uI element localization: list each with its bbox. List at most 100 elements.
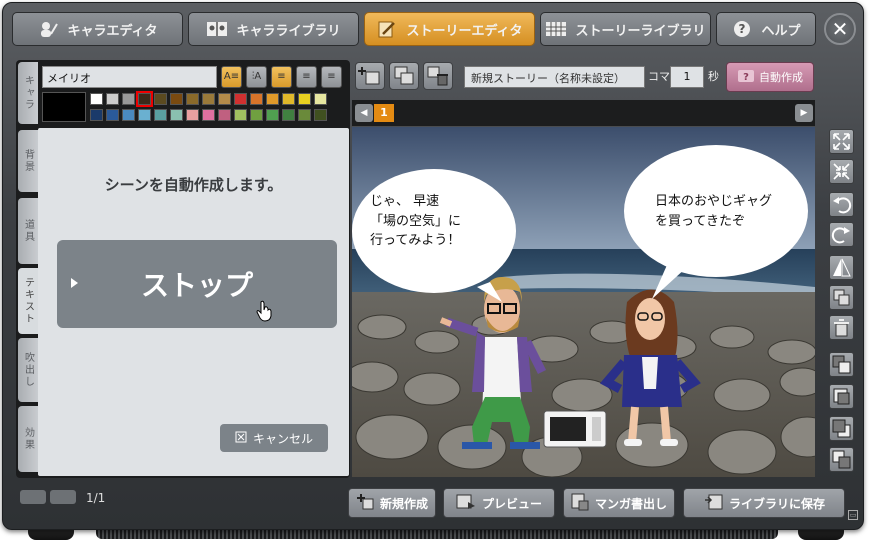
color-swatch[interactable]	[250, 93, 263, 105]
color-swatch[interactable]	[186, 109, 199, 121]
app-window: キャラエディタ キャラライブラリ ストーリーエディタ ストーリーライブラリ ? …	[0, 0, 872, 548]
send-back-button[interactable]	[829, 447, 854, 472]
koma-seconds-input[interactable]: 1	[670, 66, 704, 88]
color-swatch[interactable]	[250, 109, 263, 121]
question-icon: ?	[731, 20, 753, 38]
color-swatch[interactable]	[314, 93, 327, 105]
align-left-button[interactable]: ≡	[271, 66, 292, 88]
cancel-button[interactable]: キャンセル	[220, 424, 328, 452]
side-tab-balloon[interactable]: 吹出し	[18, 338, 38, 402]
align-right-button[interactable]: ≡	[321, 66, 342, 88]
tab-story-editor[interactable]: ストーリーエディタ	[364, 12, 535, 46]
new-story-button[interactable]: 新規作成	[348, 488, 436, 518]
stop-label: ストップ	[140, 269, 253, 302]
duplicate-button[interactable]	[829, 285, 854, 310]
color-swatch[interactable]	[282, 109, 295, 121]
color-swatch[interactable]	[122, 109, 135, 121]
tab-character-library[interactable]: キャラライブラリ	[188, 12, 359, 46]
story-canvas[interactable]: じゃ、 早速 「場の空気」に 行ってみよう！ 日本のおやじギャグ を買ってきたぞ	[352, 127, 815, 477]
delete-object-button[interactable]	[829, 315, 854, 340]
close-button[interactable]: ✕	[824, 13, 856, 45]
color-swatch[interactable]	[90, 93, 103, 105]
tab-label: ストーリーライブラリ	[575, 23, 706, 39]
tab-character-editor[interactable]: キャラエディタ	[12, 12, 183, 46]
resize-grip-icon[interactable]: ▭	[848, 510, 858, 520]
color-swatch[interactable]	[136, 91, 153, 107]
save-to-library-button[interactable]: ライブラリに保存	[683, 488, 845, 518]
tab-label: ストーリーエディタ	[406, 23, 523, 39]
delete-frame-button[interactable]	[423, 62, 453, 90]
color-swatch[interactable]	[314, 109, 327, 121]
color-swatch[interactable]	[282, 93, 295, 105]
layer-back-icon	[830, 450, 853, 475]
send-backward-button[interactable]	[829, 416, 854, 441]
font-select[interactable]: メイリオ	[42, 66, 217, 88]
rotate-right-button[interactable]	[829, 222, 854, 247]
color-swatch[interactable]	[170, 109, 183, 121]
color-swatch[interactable]	[266, 109, 279, 121]
color-swatch[interactable]	[90, 109, 103, 121]
tab-help[interactable]: ? ヘルプ	[716, 12, 816, 46]
copy-frame-button[interactable]	[389, 62, 419, 90]
add-frame-button[interactable]	[355, 62, 385, 90]
duplicate-icon	[830, 289, 853, 313]
timeline-next-button[interactable]: ▶	[795, 104, 813, 122]
color-swatch[interactable]	[234, 93, 247, 105]
rotate-left-button[interactable]	[829, 192, 854, 217]
manga-export-icon	[571, 493, 589, 514]
timeline-prev-button[interactable]: ◀	[355, 104, 373, 122]
page-prev-button[interactable]	[20, 490, 46, 504]
expand-button[interactable]	[829, 129, 854, 154]
side-tab-background[interactable]: 背景	[18, 130, 38, 192]
bring-front-button[interactable]	[829, 352, 854, 377]
color-swatch[interactable]	[170, 93, 183, 105]
story-title-input[interactable]: 新規ストーリー（名称未設定）	[464, 66, 645, 88]
align-center-button[interactable]: ≡	[296, 66, 317, 88]
color-swatch[interactable]	[298, 93, 311, 105]
tab-label: キャラライブラリ	[236, 23, 341, 39]
layer-forward-icon	[830, 388, 853, 412]
tab-story-library[interactable]: ストーリーライブラリ	[540, 12, 711, 46]
side-tab-character[interactable]: キャラ	[18, 62, 38, 124]
cancel-label: キャンセル	[252, 431, 313, 446]
color-swatch[interactable]	[298, 109, 311, 121]
grid-book-icon	[545, 20, 567, 38]
color-swatch[interactable]	[106, 93, 119, 105]
page-next-button[interactable]	[50, 490, 76, 504]
color-swatch[interactable]	[266, 93, 279, 105]
scene-background	[352, 127, 815, 477]
color-swatch[interactable]	[234, 109, 247, 121]
align-center-icon: ≡	[302, 71, 311, 82]
text-horizontal-button[interactable]: A≡	[221, 66, 242, 88]
side-tab-effects[interactable]: 効果	[18, 406, 38, 472]
color-swatch[interactable]	[218, 93, 231, 105]
new-story-label: 新規作成	[379, 496, 428, 511]
color-swatch[interactable]	[154, 93, 167, 105]
side-tab-text[interactable]: テキスト	[18, 268, 38, 334]
frame-thumbnail-1[interactable]: 1	[374, 104, 394, 122]
manga-export-button[interactable]: マンガ書出し	[563, 488, 675, 518]
color-swatch[interactable]	[154, 109, 167, 121]
auto-create-button[interactable]: ? 自動作成	[726, 62, 814, 92]
side-tab-props[interactable]: 道具	[18, 198, 38, 264]
shrink-button[interactable]	[829, 159, 854, 184]
hand-cursor-icon	[256, 300, 274, 326]
preview-icon	[456, 494, 476, 513]
text-vertical-button[interactable]: ⫶A	[246, 66, 267, 88]
color-swatch[interactable]	[106, 109, 119, 121]
current-color[interactable]	[42, 92, 86, 122]
color-swatch[interactable]	[138, 109, 151, 121]
color-swatch[interactable]	[202, 109, 215, 121]
stop-button[interactable]: ストップ	[57, 240, 337, 328]
color-swatch[interactable]	[186, 93, 199, 105]
manga-export-label: マンガ書出し	[594, 496, 667, 511]
horizontal-text-icon: A≡	[223, 71, 240, 82]
flip-button[interactable]	[829, 255, 854, 280]
character-pen-icon	[37, 20, 59, 38]
koma-label: コマ	[648, 70, 670, 83]
bring-forward-button[interactable]	[829, 384, 854, 409]
preview-button[interactable]: プレビュー	[443, 488, 555, 518]
color-swatch[interactable]	[202, 93, 215, 105]
color-swatch[interactable]	[122, 93, 135, 105]
color-swatch[interactable]	[218, 109, 231, 121]
